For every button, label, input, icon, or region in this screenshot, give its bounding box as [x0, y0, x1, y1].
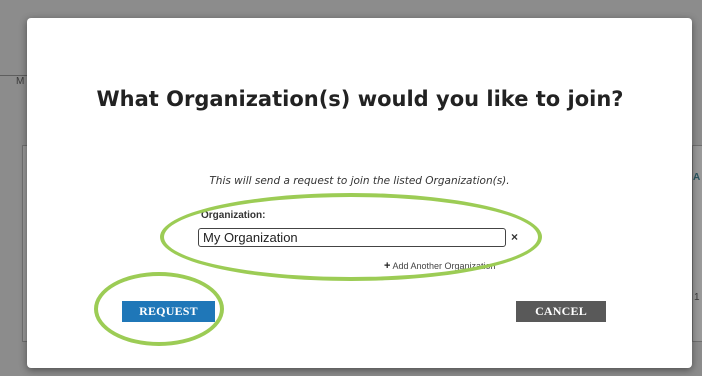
remove-organization-icon[interactable]: × [511, 230, 518, 244]
organization-label: Organization: [201, 210, 266, 221]
organization-input[interactable] [198, 228, 506, 247]
join-organization-dialog: What Organization(s) would you like to j… [27, 18, 692, 368]
dialog-title: What Organization(s) would you like to j… [96, 87, 624, 111]
dialog-subtitle: This will send a request to join the lis… [209, 175, 510, 187]
add-another-organization-link[interactable]: + Add Another Organization [384, 260, 496, 272]
background-text-fragment: 1 [694, 292, 700, 303]
cancel-button[interactable]: CANCEL [516, 301, 606, 322]
background-text-fragment: M [16, 76, 25, 87]
background-text-fragment: A [693, 172, 701, 183]
request-button[interactable]: REQUEST [122, 301, 215, 322]
add-another-label: Add Another Organization [392, 261, 496, 271]
plus-icon: + [384, 260, 391, 272]
